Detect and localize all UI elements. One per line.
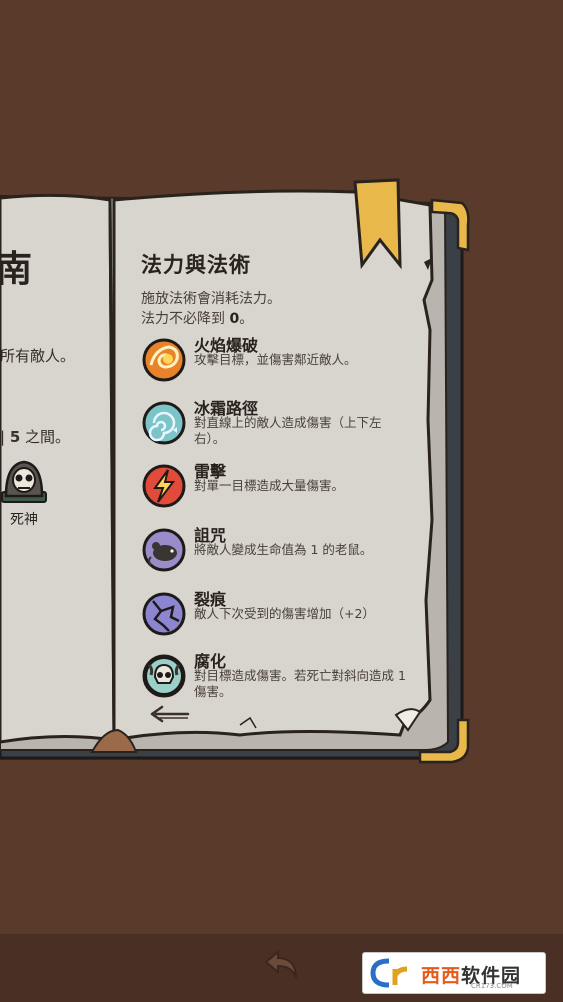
spell-description: 對目標造成傷害。若死亡對斜向造成 1 傷害。 (194, 668, 406, 699)
spell-item[interactable]: 詛咒 將敵人變成生命值為 1 的老鼠。 (141, 526, 421, 577)
spell-description: 對單一目標造成大量傷害。 (194, 478, 345, 493)
intro-line-2: 法力不必降到 0。 (141, 311, 254, 327)
watermark-logo: 西西软件园 CR173.COM (362, 952, 546, 994)
reaper-enemy-label: 死神 (10, 512, 38, 528)
previous-page-arrow-icon[interactable] (148, 703, 190, 725)
spell-description: 攻擊目標，並傷害鄰近敵人。 (194, 352, 357, 367)
spell-description: 敵人下次受到的傷害增加（+2） (194, 606, 375, 621)
lightning-icon (142, 464, 186, 508)
spell-item[interactable]: 裂痕 敵人下次受到的傷害增加（+2） (141, 590, 421, 641)
spell-item[interactable]: 火焰爆破 攻擊目標，並傷害鄰近敵人。 (141, 336, 421, 387)
frost-path-icon (142, 401, 186, 445)
corruption-skull-icon (142, 654, 186, 698)
spell-description: 將敵人變成生命值為 1 的老鼠。 (194, 542, 373, 557)
reaper-enemy-icon (1, 460, 47, 503)
spell-item[interactable]: 腐化 對目標造成傷害。若死亡對斜向造成 1 傷害。 (141, 652, 421, 703)
spell-item[interactable]: 冰霜路徑 對直線上的敵人造成傷害（上下左右）。 (141, 399, 421, 450)
rat-curse-icon (142, 528, 186, 572)
watermark-domain: CR173.COM (471, 982, 513, 990)
back-button-icon[interactable] (262, 946, 302, 982)
intro-line-1: 施放法術會消耗法力。 (141, 291, 281, 307)
crack-icon (142, 592, 186, 636)
left-page-text-2: | 5 之間。 (0, 428, 71, 446)
fireball-icon (142, 338, 186, 382)
spell-description: 對直線上的敵人造成傷害（上下左右）。 (194, 415, 382, 446)
spell-item[interactable]: 雷擊 對單一目標造成大量傷害。 (141, 462, 421, 513)
left-page-title: 南 (0, 249, 35, 290)
page-title: 法力與法術 (141, 253, 251, 277)
cr-logo-icon (370, 958, 408, 988)
left-page-text-1: 所有敵人。 (0, 347, 76, 365)
